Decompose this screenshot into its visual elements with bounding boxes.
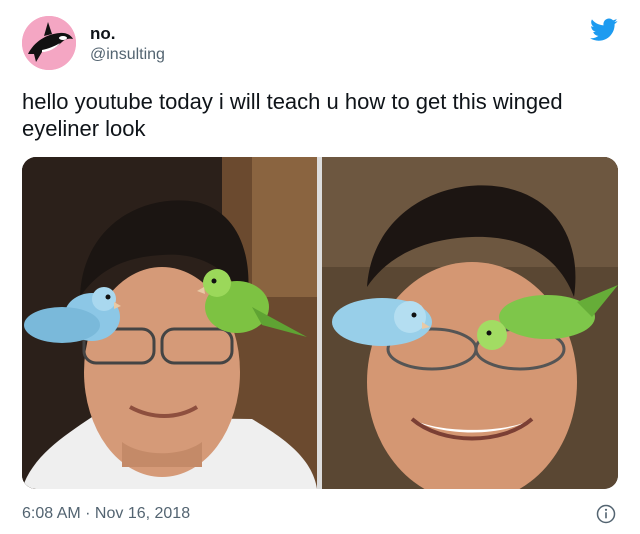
- user-handle[interactable]: @insulting: [90, 44, 165, 66]
- twitter-bird-icon[interactable]: [590, 18, 618, 42]
- info-icon[interactable]: [596, 504, 616, 524]
- man-with-parakeets-photo-1: [22, 157, 317, 489]
- author-names: no. @insulting: [90, 24, 165, 66]
- display-name[interactable]: no.: [90, 24, 165, 44]
- tweet-text: hello youtube today i will teach u how t…: [22, 89, 563, 141]
- tweet-media[interactable]: [22, 157, 618, 489]
- man-with-parakeets-photo-2: [322, 157, 618, 489]
- tweet-header: no. @insulting: [22, 16, 622, 72]
- photo-right[interactable]: [322, 157, 618, 489]
- avatar[interactable]: [22, 16, 76, 70]
- photo-left[interactable]: [22, 157, 317, 489]
- tweet-timestamp[interactable]: 6:08 AM · Nov 16, 2018: [22, 504, 190, 524]
- tweet-card: no. @insulting hello youtube today i wil…: [0, 0, 640, 534]
- orca-avatar-image: [22, 16, 76, 70]
